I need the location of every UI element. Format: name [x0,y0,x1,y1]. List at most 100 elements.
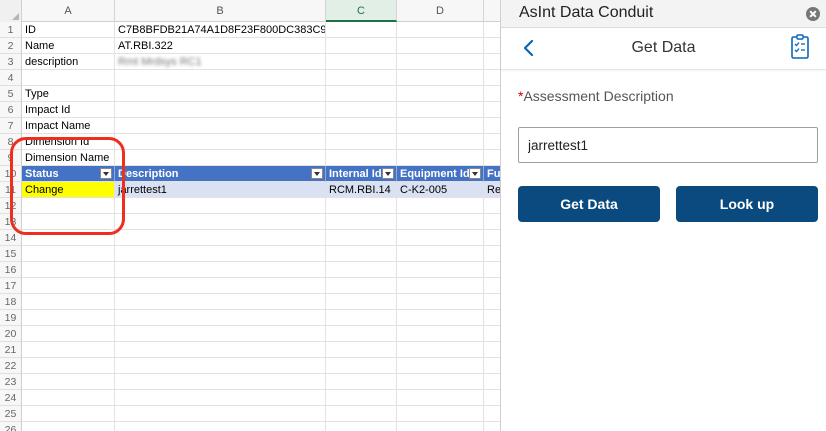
cell[interactable] [484,374,500,390]
cell-a4[interactable] [22,70,115,86]
cell[interactable] [115,390,326,406]
cell[interactable] [326,390,397,406]
cell[interactable] [397,374,484,390]
row-number[interactable]: 20 [0,326,22,342]
row-number[interactable]: 14 [0,230,22,246]
row-number[interactable]: 6 [0,102,22,118]
cell-d8[interactable] [397,134,484,150]
cell-b3[interactable]: Rmt Mrdsys RC1 [115,54,326,70]
column-header-d[interactable]: D [397,0,484,22]
cell[interactable] [22,342,115,358]
cell-a3[interactable]: description [22,54,115,70]
get-data-button[interactable]: Get Data [518,186,660,222]
look-up-button[interactable]: Look up [676,186,818,222]
cell[interactable] [397,262,484,278]
cell[interactable] [115,246,326,262]
row-number[interactable]: 9 [0,150,22,166]
cell-a1[interactable]: ID [22,22,115,38]
status-cell[interactable]: Change [22,182,115,198]
cell-c2[interactable] [326,38,397,54]
row-number[interactable]: 8 [0,134,22,150]
row-number[interactable]: 21 [0,342,22,358]
cell[interactable] [484,278,500,294]
cell[interactable] [484,390,500,406]
select-all-corner[interactable] [0,0,22,22]
column-header-e[interactable] [484,0,500,22]
cell[interactable] [397,246,484,262]
cell-b2[interactable]: AT.RBI.322 [115,38,326,54]
cell[interactable] [326,310,397,326]
cell[interactable] [397,422,484,431]
row-number[interactable]: 25 [0,406,22,422]
row-number[interactable]: 13 [0,214,22,230]
cell-e6[interactable] [484,102,500,118]
cell[interactable] [326,214,397,230]
table-header-internal-id[interactable]: Internal Id [326,166,397,182]
cell[interactable] [115,310,326,326]
cell[interactable] [326,422,397,431]
filter-dropdown-icon[interactable] [469,168,481,179]
row-number[interactable]: 2 [0,38,22,54]
cell-a7[interactable]: Impact Name [22,118,115,134]
cell-a8[interactable]: Dimension Id [22,134,115,150]
cell[interactable] [484,358,500,374]
cell[interactable] [22,358,115,374]
row-number[interactable]: 10 [0,166,22,182]
cell-e1[interactable] [484,22,500,38]
cell[interactable] [22,246,115,262]
cell-c4[interactable] [326,70,397,86]
cell-b7[interactable] [115,118,326,134]
cell-d6[interactable] [397,102,484,118]
cell-c9[interactable] [326,150,397,166]
row-number[interactable]: 15 [0,246,22,262]
cell[interactable] [484,310,500,326]
cell-e4[interactable] [484,70,500,86]
cell[interactable] [115,230,326,246]
cell[interactable] [326,406,397,422]
row-number[interactable]: 3 [0,54,22,70]
cell-c1[interactable] [326,22,397,38]
column-header-c[interactable]: C [326,0,397,22]
cell-d1[interactable] [397,22,484,38]
cell[interactable] [326,198,397,214]
row-number[interactable]: 22 [0,358,22,374]
cell[interactable] [115,358,326,374]
cell-d9[interactable] [397,150,484,166]
cell-b1[interactable]: C7B8BFDB21A74A1D8F23F800DC383C98 [115,22,326,38]
cell-d3[interactable] [397,54,484,70]
cell-c7[interactable] [326,118,397,134]
row-number[interactable]: 23 [0,374,22,390]
cell-b4[interactable] [115,70,326,86]
cell[interactable] [397,358,484,374]
row-number[interactable]: 26 [0,422,22,431]
cell[interactable] [484,326,500,342]
cell[interactable] [22,294,115,310]
cell[interactable] [22,262,115,278]
cell[interactable] [397,294,484,310]
cell[interactable] [484,230,500,246]
cell[interactable] [22,422,115,431]
cell[interactable] [484,214,500,230]
row-number[interactable]: 16 [0,262,22,278]
row-number[interactable]: 1 [0,22,22,38]
cell[interactable] [115,422,326,431]
cell[interactable] [115,326,326,342]
cell-e7[interactable] [484,118,500,134]
filter-dropdown-icon[interactable] [311,168,323,179]
cell[interactable] [22,230,115,246]
cell-c6[interactable] [326,102,397,118]
cell[interactable] [115,278,326,294]
cell[interactable] [397,230,484,246]
close-icon[interactable] [806,7,820,21]
checklist-icon[interactable] [790,34,810,60]
cell-d4[interactable] [397,70,484,86]
row-number[interactable]: 19 [0,310,22,326]
cell[interactable] [115,342,326,358]
cell[interactable] [22,406,115,422]
column-header-a[interactable]: A [22,0,115,22]
cell-b8[interactable] [115,134,326,150]
cell-e2[interactable] [484,38,500,54]
cell-d5[interactable] [397,86,484,102]
cell[interactable] [397,406,484,422]
cell[interactable] [484,342,500,358]
